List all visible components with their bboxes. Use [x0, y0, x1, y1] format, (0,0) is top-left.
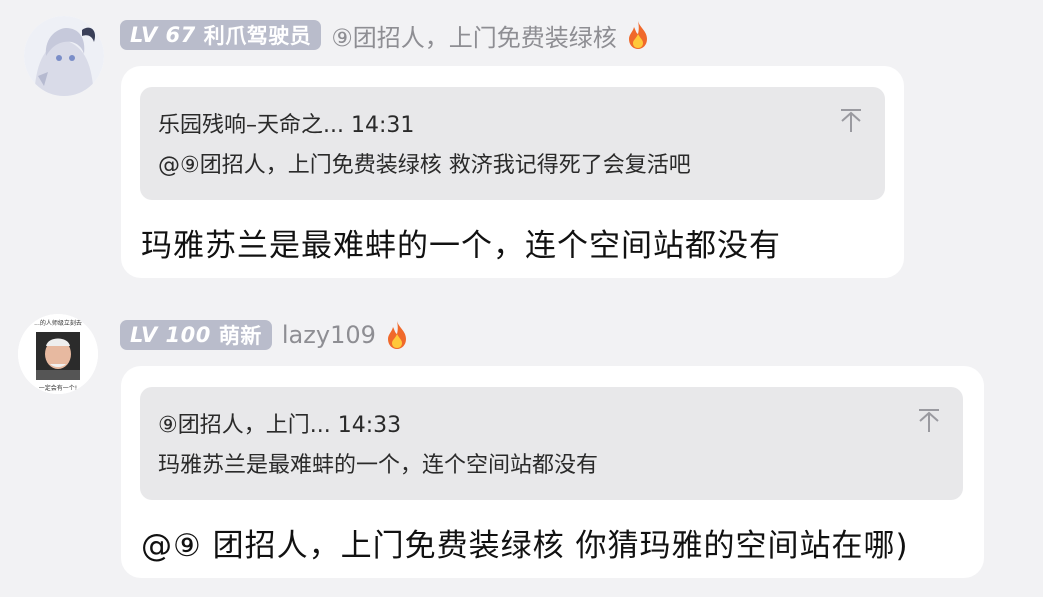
- level-badge[interactable]: LV 67 利爪驾驶员: [120, 20, 322, 50]
- fire-icon: [387, 321, 406, 349]
- quote-header: ⑨团招人，上门... 14:33: [158, 413, 402, 438]
- anime-girl-avatar-icon: [24, 16, 104, 96]
- sender-header: LV 100 萌新 lazy109: [120, 317, 410, 353]
- quote-text: 玛雅苏兰是最难蚌的一个，连个空间站都没有: [158, 453, 599, 478]
- sender-name[interactable]: lazy109: [282, 321, 376, 349]
- message-text: 玛雅苏兰是最难蚌的一个，连个空间站都没有: [141, 228, 781, 264]
- quoted-message[interactable]: ⑨团招人，上门... 14:33 玛雅苏兰是最难蚌的一个，连个空间站都没有: [140, 387, 963, 500]
- message-bubble[interactable]: 乐园残响–天命之... 14:31 @⑨团招人，上门免费装绿核 救济我记得死了会…: [121, 66, 904, 278]
- collapse-icon[interactable]: [839, 107, 863, 133]
- sender-header: LV 67 利爪驾驶员 ⑨团招人，上门免费装绿核: [120, 17, 651, 53]
- quoted-message[interactable]: 乐园残响–天命之... 14:31 @⑨团招人，上门免费装绿核 救济我记得死了会…: [140, 87, 885, 200]
- message-bubble[interactable]: ⑨团招人，上门... 14:33 玛雅苏兰是最难蚌的一个，连个空间站都没有 @⑨…: [121, 366, 984, 578]
- badge-title: 利爪驾驶员: [203, 24, 312, 48]
- badge-level: LV 100: [130, 323, 211, 347]
- collapse-icon[interactable]: [917, 407, 941, 433]
- badge-level: LV 67: [130, 23, 196, 47]
- avatar-caption-bottom: 一定会有一个!: [38, 385, 78, 392]
- message-text: @⑨ 团招人，上门免费装绿核 你猜玛雅的空间站在哪): [141, 528, 909, 564]
- sender-name[interactable]: ⑨团招人，上门免费装绿核: [331, 18, 617, 53]
- quote-header: 乐园残响–天命之... 14:31: [158, 113, 415, 138]
- badge-title: 萌新: [218, 324, 262, 348]
- avatar-caption-top: ...的人师级立刻去: [34, 320, 82, 327]
- avatar[interactable]: [24, 16, 104, 96]
- avatar[interactable]: ...的人师级立刻去 一定会有一个!: [18, 314, 98, 394]
- quote-text: @⑨团招人，上门免费装绿核 救济我记得死了会复活吧: [158, 153, 691, 178]
- fire-icon: [628, 21, 647, 49]
- level-badge[interactable]: LV 100 萌新: [120, 320, 272, 350]
